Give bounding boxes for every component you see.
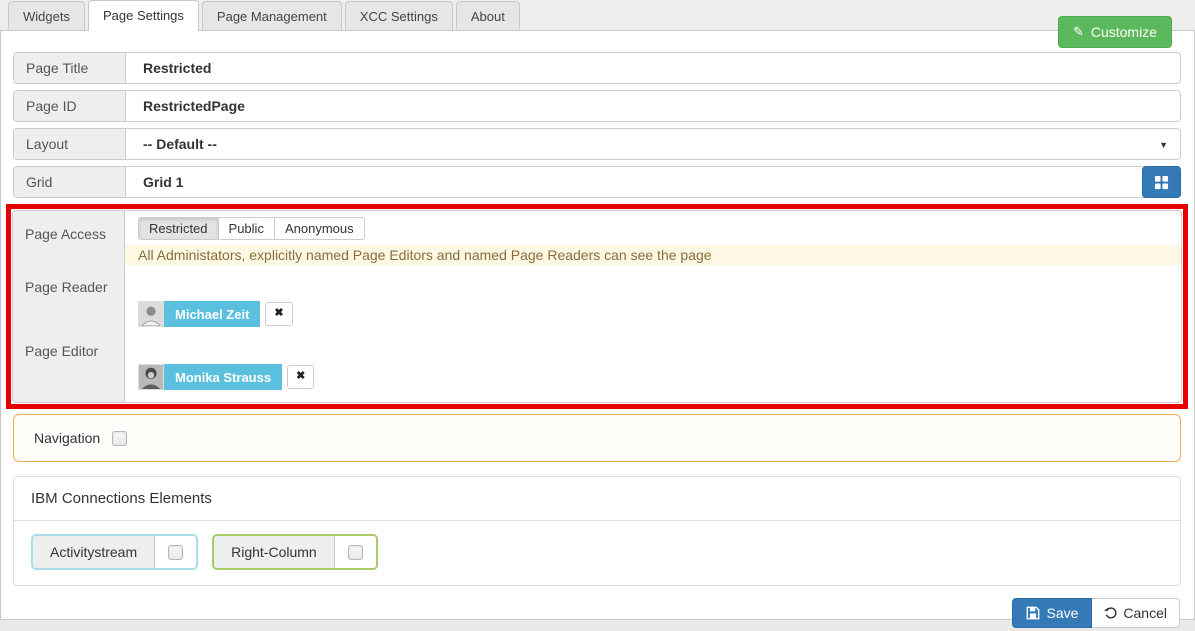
cancel-label: Cancel xyxy=(1123,605,1167,621)
page-reader-label: Page Reader xyxy=(25,279,108,295)
access-option-restricted[interactable]: Restricted xyxy=(138,217,219,240)
grid-label: Grid xyxy=(14,167,126,197)
floppy-icon xyxy=(1027,606,1040,620)
tab-xcc-settings[interactable]: XCC Settings xyxy=(344,1,453,30)
layout-row: Layout -- Default -- ▼ xyxy=(13,128,1181,160)
avatar xyxy=(138,301,164,327)
x-icon: ✖ xyxy=(296,370,306,383)
layout-label: Layout xyxy=(14,129,126,159)
page-access-toggle-group: Restricted Public Anonymous xyxy=(138,217,365,240)
activitystream-label: Activitystream xyxy=(33,536,156,568)
footer-actions: Save Cancel xyxy=(13,598,1181,628)
tab-page-management[interactable]: Page Management xyxy=(201,1,342,30)
access-option-public[interactable]: Public xyxy=(218,217,275,240)
customize-button[interactable]: ✎ Customize xyxy=(1057,16,1172,48)
remove-reader-button[interactable]: ✖ xyxy=(265,302,293,326)
navigation-row: Navigation xyxy=(13,414,1181,462)
caret-down-icon: ▼ xyxy=(1159,140,1168,150)
remove-editor-button[interactable]: ✖ xyxy=(287,365,315,389)
grid-value[interactable]: Grid 1 xyxy=(126,167,1180,197)
layout-select[interactable]: -- Default -- xyxy=(126,129,1180,159)
right-column-widget: Right-Column xyxy=(212,534,378,570)
grid-select-button[interactable] xyxy=(1142,166,1181,198)
activitystream-widget: Activitystream xyxy=(31,534,199,570)
page-title-label: Page Title xyxy=(14,53,126,83)
page-editor-label: Page Editor xyxy=(25,343,99,359)
ibm-connections-title: IBM Connections Elements xyxy=(14,477,1180,521)
grid-row: Grid Grid 1 xyxy=(13,166,1181,198)
tab-bar: Widgets Page Settings Page Management XC… xyxy=(0,0,1195,31)
tab-widgets[interactable]: Widgets xyxy=(8,1,85,30)
grid-icon xyxy=(1154,175,1169,189)
undo-icon xyxy=(1104,606,1117,619)
tab-page-settings[interactable]: Page Settings xyxy=(87,0,199,31)
cancel-button[interactable]: Cancel xyxy=(1092,598,1180,628)
save-label: Save xyxy=(1046,605,1079,621)
chip-name: Michael Zeit xyxy=(164,301,261,327)
access-info-message: All Administators, explicitly named Page… xyxy=(125,245,1180,265)
access-option-anonymous[interactable]: Anonymous xyxy=(274,217,365,240)
activitystream-checkbox[interactable] xyxy=(168,544,184,560)
ibm-connections-panel: IBM Connections Elements Activitystream … xyxy=(13,476,1181,586)
page-id-row: Page ID RestrictedPage xyxy=(13,90,1181,122)
save-button[interactable]: Save xyxy=(1012,598,1093,628)
page-title-row: Page Title Restricted xyxy=(13,52,1181,84)
navigation-label: Navigation xyxy=(34,430,101,446)
access-section-highlight: Page Access Page Reader Page Editor Rest… xyxy=(6,204,1188,409)
customize-label: Customize xyxy=(1090,24,1157,40)
right-column-checkbox[interactable] xyxy=(347,544,363,560)
access-section: Page Access Page Reader Page Editor Rest… xyxy=(12,210,1182,403)
x-icon: ✖ xyxy=(274,307,284,320)
xcc-page-settings: Widgets Page Settings Page Management XC… xyxy=(0,0,1195,631)
tab-about[interactable]: About xyxy=(455,1,520,30)
page-editor-chip: Monika Strauss ✖ xyxy=(138,364,315,390)
page-access-label: Page Access xyxy=(25,226,106,242)
right-column-label: Right-Column xyxy=(214,536,335,568)
navigation-checkbox[interactable] xyxy=(112,430,128,446)
avatar xyxy=(138,364,164,390)
main-panel: Page Title Restricted Page ID Restricted… xyxy=(0,31,1195,628)
page-id-label: Page ID xyxy=(14,91,126,121)
page-id-field[interactable]: RestrictedPage xyxy=(126,91,1180,121)
page-reader-chip: Michael Zeit ✖ xyxy=(138,301,293,327)
pencil-icon: ✎ xyxy=(1072,24,1084,39)
chip-name: Monika Strauss xyxy=(164,364,283,390)
page-title-field[interactable]: Restricted xyxy=(126,53,1180,83)
